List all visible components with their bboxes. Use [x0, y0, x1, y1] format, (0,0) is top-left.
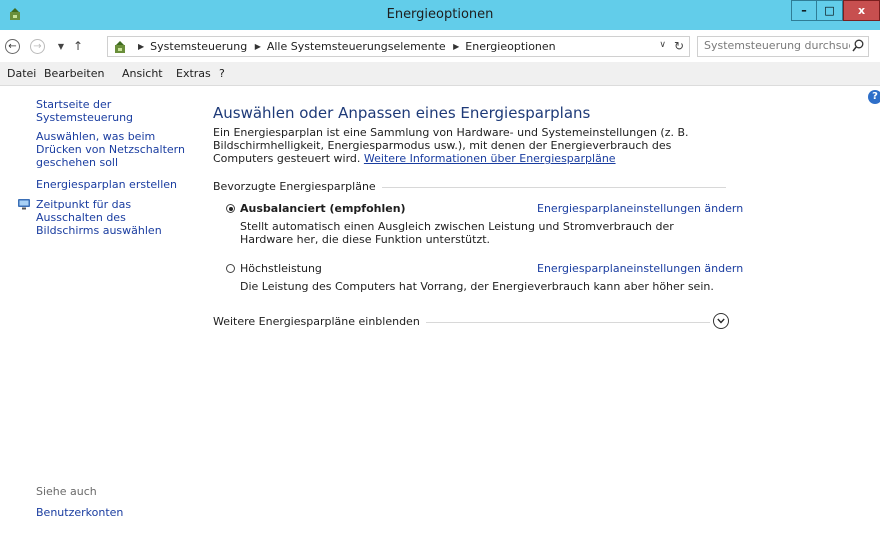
breadcrumb-separator-icon[interactable]: ▶ — [255, 42, 261, 51]
menu-help[interactable]: ? — [219, 67, 225, 80]
window-title: Energieoptionen — [386, 7, 494, 22]
breadcrumb-systemsteuerung[interactable]: Systemsteuerung — [150, 40, 247, 53]
breadcrumb-alle-elemente[interactable]: Alle Systemsteuerungselemente — [267, 40, 446, 53]
radio-hoechstleistung[interactable] — [226, 264, 235, 273]
maximize-button[interactable]: □ — [817, 0, 843, 21]
link-user-accounts[interactable]: Benutzerkonten — [36, 506, 196, 519]
plan-name-ausbalanciert[interactable]: Ausbalanciert (empfohlen) — [240, 202, 406, 215]
refresh-icon[interactable]: ↻ — [674, 39, 684, 53]
search-icon[interactable] — [852, 39, 864, 53]
section-preferred-plans: Bevorzugte Energiesparpläne — [213, 180, 382, 193]
plan-description-hoechstleistung: Die Leistung des Computers hat Vorrang, … — [240, 280, 714, 293]
breadcrumb-separator-icon[interactable]: ▶ — [138, 42, 144, 51]
help-icon[interactable]: ? — [868, 90, 880, 104]
breadcrumb-energieoptionen[interactable]: Energieoptionen — [465, 40, 555, 53]
left-navigation-pane: Startseite der Systemsteuerung Auswählen… — [0, 86, 200, 534]
plan-name-hoechstleistung[interactable]: Höchstleistung — [240, 262, 322, 275]
link-change-plan-settings-hoechstleistung[interactable]: Energiesparplaneinstellungen ändern — [537, 262, 743, 275]
see-also-label: Siehe auch — [36, 485, 97, 498]
address-bar[interactable]: ▶ Systemsteuerung ▶ Alle Systemsteuerungse… — [107, 36, 690, 57]
breadcrumb-separator-icon[interactable]: ▶ — [453, 42, 459, 51]
menu-ansicht[interactable]: Ansicht — [122, 67, 163, 80]
minimize-button[interactable]: – — [791, 0, 817, 21]
link-display-off-time[interactable]: Zeitpunkt für das Ausschalten des Bildsc… — [36, 198, 186, 237]
radio-ausbalanciert[interactable] — [226, 204, 235, 213]
link-create-power-plan[interactable]: Energiesparplan erstellen — [36, 178, 196, 191]
link-power-buttons[interactable]: Auswählen, was beim Drücken von Netzscha… — [36, 130, 186, 169]
title-bar: Energieoptionen – □ x — [0, 0, 880, 30]
link-more-info-power-plans[interactable]: Weitere Informationen über Energiesparpl… — [364, 152, 616, 165]
intro-text: Ein Energiesparplan ist eine Sammlung vo… — [213, 126, 723, 165]
control-panel-icon — [115, 41, 125, 53]
back-arrow-icon[interactable]: ← — [5, 39, 20, 54]
menu-bar: Datei Bearbeiten Ansicht Extras ? — [0, 62, 880, 86]
link-change-plan-settings-ausbalanciert[interactable]: Energiesparplaneinstellungen ändern — [537, 202, 743, 215]
chevron-down-icon — [717, 318, 725, 324]
close-button[interactable]: x — [843, 0, 880, 21]
expand-chevron-icon[interactable] — [713, 313, 729, 329]
up-arrow-icon[interactable]: ↑ — [70, 38, 86, 54]
navigation-bar: ← → ▼ ↑ ▶ Systemsteuerung ▶ Alle Systemste… — [0, 30, 880, 62]
menu-datei[interactable]: Datei — [7, 67, 36, 80]
recent-locations-chevron-icon[interactable]: ▼ — [53, 38, 69, 54]
control-panel-window: Energieoptionen – □ x ← → ▼ ↑ ▶ Systemste… — [0, 0, 880, 534]
plan-description-ausbalanciert: Stellt automatisch einen Ausgleich zwisc… — [240, 220, 674, 246]
search-input[interactable] — [698, 37, 850, 54]
menu-extras[interactable]: Extras — [176, 67, 211, 80]
link-control-panel-home[interactable]: Startseite der Systemsteuerung — [36, 98, 196, 124]
display-icon — [18, 199, 30, 210]
show-more-plans-label[interactable]: Weitere Energiesparpläne einblenden — [213, 315, 426, 328]
forward-arrow-icon[interactable]: → — [30, 39, 45, 54]
menu-bearbeiten[interactable]: Bearbeiten — [44, 67, 104, 80]
breadcrumb: ▶ Systemsteuerung ▶ Alle Systemsteuerungse… — [134, 40, 556, 53]
page-title: Auswählen oder Anpassen eines Energiespa… — [213, 104, 591, 122]
address-dropdown-icon[interactable]: ∨ — [659, 40, 666, 50]
search-box[interactable] — [697, 36, 869, 57]
